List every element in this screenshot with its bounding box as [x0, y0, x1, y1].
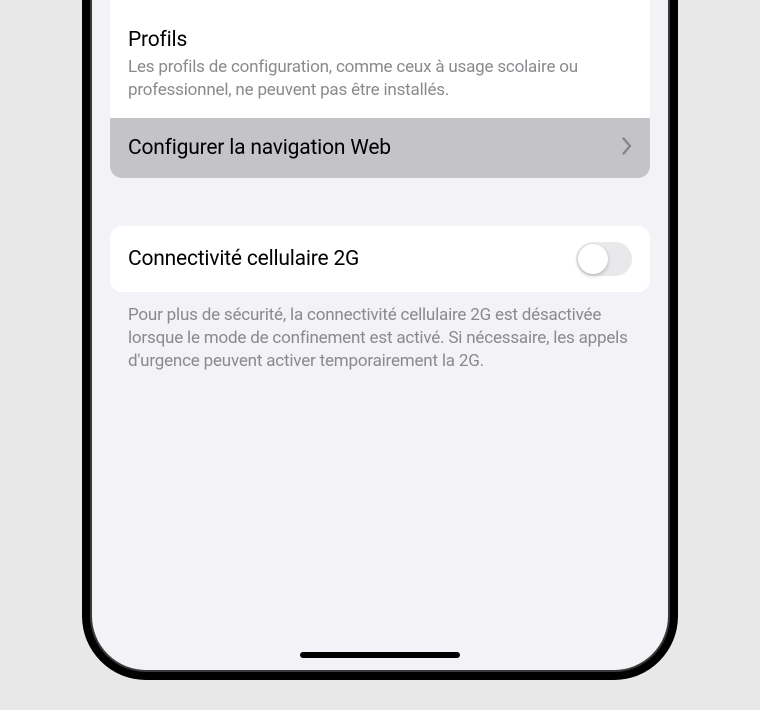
- profiles-block: Profils Les profils de configuration, co…: [110, 14, 650, 118]
- phone-frame: Services Apple Les invitations relatives…: [82, 0, 678, 680]
- phone-screen: Services Apple Les invitations relatives…: [90, 0, 670, 672]
- configure-web-navigation-row[interactable]: Configurer la navigation Web: [110, 118, 650, 178]
- chevron-right-icon: [622, 137, 632, 159]
- cellular-2g-toggle[interactable]: [576, 242, 632, 276]
- section-gap: [92, 178, 668, 226]
- cellular-2g-footer: Pour plus de sécurité, la connectivité c…: [92, 292, 668, 373]
- home-indicator[interactable]: [300, 652, 460, 658]
- profiles-title: Profils: [128, 28, 632, 52]
- apple-services-block: Services Apple Les invitations relatives…: [110, 0, 650, 14]
- cellular-2g-label: Connectivité cellulaire 2G: [128, 247, 359, 271]
- info-section: Services Apple Les invitations relatives…: [110, 0, 650, 178]
- toggle-knob: [578, 244, 608, 274]
- settings-content: Services Apple Les invitations relatives…: [92, 0, 668, 373]
- cellular-2g-row: Connectivité cellulaire 2G: [110, 226, 650, 292]
- configure-web-label: Configurer la navigation Web: [128, 136, 391, 160]
- profiles-description: Les profils de configuration, comme ceux…: [128, 56, 632, 102]
